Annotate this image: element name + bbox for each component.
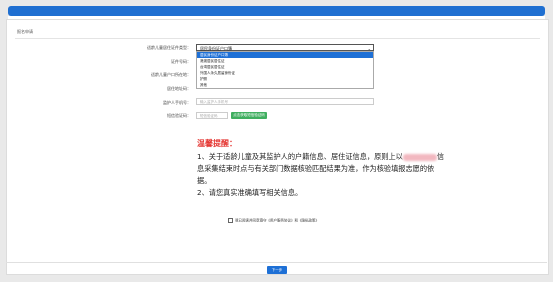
divider [15, 38, 540, 39]
agreement-checkbox[interactable] [228, 218, 233, 223]
top-banner [8, 6, 545, 16]
guardian-label: 监护人手机号： [163, 100, 191, 105]
redacted-blur [402, 153, 437, 161]
cert-type-dropdown: 居民身份证户口簿 港澳居民居住证 台湾居民居住证 外国人永久居留身份证 护照 其… [196, 51, 374, 89]
section-title: 报名申请 [17, 29, 33, 34]
form-panel: 报名申请 适龄儿童居住证件类型： 证件号码： 适龄儿童户口所在地： 居住地址码：… [6, 19, 549, 275]
tips-title: 温馨提醒： [197, 139, 237, 148]
tips-line-3: 据。 [197, 176, 212, 185]
tips-line-1-text: 1、关于适龄儿童及其监护人的户籍信息、居住证信息，原则上以 [197, 152, 403, 161]
cert-no-label: 证件号码： [171, 59, 191, 64]
next-button[interactable]: 下一步 [267, 266, 287, 274]
verify-code-input[interactable]: 短信验证码 [196, 112, 228, 119]
footer-divider [6, 262, 547, 263]
agreement-text: 我已阅读并同意遵守《用户服务协议》和《隐私政策》 [235, 218, 319, 223]
id-label: 居住地址码： [167, 86, 191, 91]
verify-label: 短信验证码： [167, 113, 191, 118]
relationship-label: 适龄儿童居住证件类型： [147, 45, 191, 50]
tips-line-4: 2、请您真实准确填写相关信息。 [197, 188, 303, 197]
tips-line-1: 1、关于适龄儿童及其监护人的户籍信息、居住证信息，原则上以 信 [197, 152, 444, 162]
cert-type-select[interactable]: 居民身份证户口簿 ⌄ [196, 44, 374, 51]
agreement-row[interactable]: 我已阅读并同意遵守《用户服务协议》和《隐私政策》 [228, 218, 319, 224]
guardian-phone-input[interactable]: 输入监护人手机号 [196, 98, 374, 105]
dropdown-option[interactable]: 其他 [197, 82, 373, 88]
tips-line-1-end: 信 [436, 152, 445, 161]
child-hukou-label: 适龄儿童户口所在地： [151, 72, 191, 77]
send-code-button[interactable]: 点击获取短信验证码 [231, 112, 267, 119]
tips-line-2: 息采集结束时点与有关部门数据核验匹配结果为准，作为核验填报志愿的依 [197, 164, 435, 173]
